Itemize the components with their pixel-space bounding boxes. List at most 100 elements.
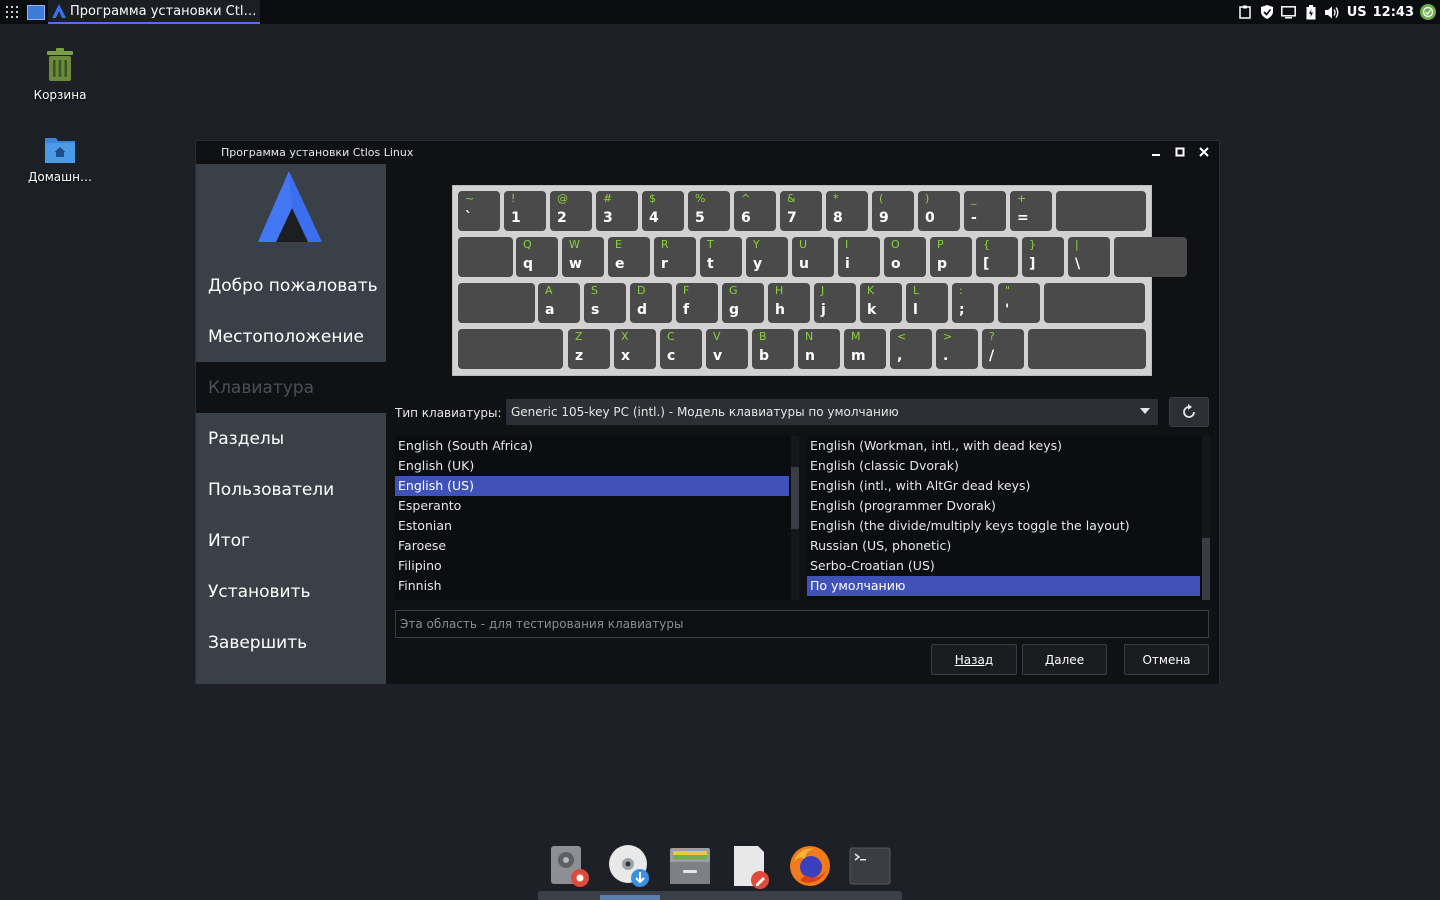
key-legend: n — [805, 348, 815, 364]
key-legend: 4 — [649, 210, 659, 226]
key-\: | \ — [1068, 237, 1110, 277]
list-item[interactable]: Filipino — [395, 556, 789, 576]
key-legend: = — [1017, 210, 1029, 226]
key-legend: ' — [1005, 302, 1010, 318]
clock[interactable]: 12:43 — [1373, 5, 1414, 20]
installer-sidebar: Добро пожаловать Местоположение Клавиату… — [196, 164, 386, 684]
variant-list-scrollbar[interactable] — [1202, 436, 1210, 600]
back-button-label: Назад — [954, 652, 994, 667]
key-shift-legend: X — [621, 330, 629, 343]
back-button[interactable]: Назад — [931, 644, 1017, 675]
keyboard-test-input[interactable]: Эта область - для тестирования клавиатур… — [395, 610, 1209, 638]
list-item[interactable]: English (UK) — [395, 456, 789, 476]
list-item[interactable]: Finnish — [395, 576, 789, 596]
dock-disc-download[interactable] — [606, 842, 654, 890]
layout-list-scroll-thumb[interactable] — [791, 467, 799, 529]
key-legend: u — [799, 256, 809, 272]
key--: _ - — [964, 191, 1006, 231]
dock-firefox[interactable] — [786, 842, 834, 890]
key-shift-legend: | — [1075, 238, 1079, 251]
desktop-icon-trash[interactable]: Корзина — [10, 48, 110, 102]
list-item[interactable]: English (Workman, intl., with dead keys) — [807, 436, 1200, 456]
window-titlebar[interactable]: Программа установки Ctlos Linux — [196, 141, 1219, 164]
key-q: Qq — [516, 237, 558, 277]
key-shift-legend: $ — [649, 192, 656, 205]
list-item[interactable]: English (classic Dvorak) — [807, 456, 1200, 476]
reset-model-button[interactable] — [1169, 397, 1209, 427]
key-shift-legend: Z — [575, 330, 583, 343]
key-w: Ww — [562, 237, 604, 277]
desktop-icon-label: Корзина — [33, 88, 87, 102]
minimize-button[interactable] — [1147, 143, 1165, 161]
layout-list-scrollbar[interactable] — [791, 436, 799, 600]
key-legend: \ — [1075, 256, 1081, 272]
show-desktop-button[interactable] — [26, 3, 46, 21]
next-button[interactable]: Далее — [1022, 644, 1107, 675]
key-5: % 5 — [688, 191, 730, 231]
key-legend: [ — [983, 256, 990, 272]
key-8: * 8 — [826, 191, 868, 231]
key-e: Ee — [608, 237, 650, 277]
dock-disk-settings[interactable] — [546, 842, 594, 890]
layout-list[interactable]: English (South Africa) English (UK) Englis… — [395, 436, 799, 600]
key-shift-legend: C — [667, 330, 675, 343]
key-shift-legend: ? — [989, 330, 995, 343]
desktop-icon-home[interactable]: Домашн… — [10, 134, 110, 184]
key-legend: h — [775, 302, 785, 318]
list-item[interactable]: English (intl., with AltGr dead keys) — [807, 476, 1200, 496]
maximize-button[interactable] — [1171, 143, 1189, 161]
key-legend: c — [667, 348, 676, 364]
dock-text-editor[interactable] — [726, 842, 774, 890]
taskbar-window-button[interactable]: Программа установки Ctl… — [48, 0, 261, 24]
shield-icon[interactable] — [1259, 4, 1275, 20]
battery-icon[interactable] — [1303, 4, 1319, 20]
volume-icon[interactable] — [1325, 4, 1341, 20]
app-menu-button[interactable] — [0, 0, 24, 24]
dock-file-manager[interactable] — [666, 842, 714, 890]
sidebar-step-users: Пользователи — [208, 479, 335, 500]
key-shift-legend: E — [615, 238, 622, 251]
list-item[interactable]: Faroese — [395, 536, 789, 556]
key-legend: 6 — [741, 210, 751, 226]
cancel-button[interactable]: Отмена — [1124, 644, 1209, 675]
list-item[interactable]: Russian (US, phonetic) — [807, 536, 1200, 556]
display-icon[interactable] — [1281, 4, 1297, 20]
list-item[interactable]: Serbo-Croatian (US) — [807, 556, 1200, 576]
key-legend: j — [821, 302, 826, 318]
variant-list[interactable]: English (Workman, intl., with dead keys)… — [807, 436, 1210, 600]
sidebar-step-location: Местоположение — [208, 326, 364, 347]
window-controls — [1147, 143, 1213, 161]
key-legend: , — [897, 348, 903, 364]
app-grid-icon — [6, 6, 18, 18]
key-legend: 1 — [511, 210, 521, 226]
keyboard-layout-indicator[interactable]: US — [1347, 5, 1367, 20]
key-legend: 0 — [925, 210, 935, 226]
key-shift-legend: J — [821, 284, 825, 297]
key-legend: f — [683, 302, 690, 318]
list-item[interactable]: English (programmer Dvorak) — [807, 496, 1200, 516]
sidebar-step-keyboard: Клавиатура — [196, 362, 386, 413]
close-button[interactable] — [1195, 143, 1213, 161]
dock-terminal[interactable] — [846, 842, 894, 890]
key-v: Vv — [706, 329, 748, 369]
list-item[interactable]: По умолчанию — [807, 576, 1200, 596]
key-legend: i — [845, 256, 850, 272]
key-modifier — [458, 283, 535, 323]
update-status-icon[interactable] — [1420, 4, 1436, 20]
key-legend: / — [989, 348, 995, 364]
key-h: Hh — [768, 283, 810, 323]
key-9: (9 — [872, 191, 914, 231]
key-0: ) 0 — [918, 191, 960, 231]
list-item[interactable]: Estonian — [395, 516, 789, 536]
list-item[interactable]: Esperanto — [395, 496, 789, 516]
list-item[interactable]: English (South Africa) — [395, 436, 789, 456]
clipboard-icon[interactable] — [1237, 4, 1253, 20]
list-item[interactable]: English (US) — [395, 476, 789, 496]
variant-list-scroll-thumb[interactable] — [1202, 538, 1210, 600]
keyboard-model-select[interactable]: Generic 105-key PC (intl.) - Модель клав… — [506, 399, 1158, 425]
key-legend: o — [891, 256, 901, 272]
sidebar-step-welcome: Добро пожаловать — [208, 275, 378, 296]
firefox-icon — [790, 846, 830, 886]
key-legend: b — [759, 348, 770, 364]
list-item[interactable]: English (the divide/multiply keys toggle… — [807, 516, 1200, 536]
